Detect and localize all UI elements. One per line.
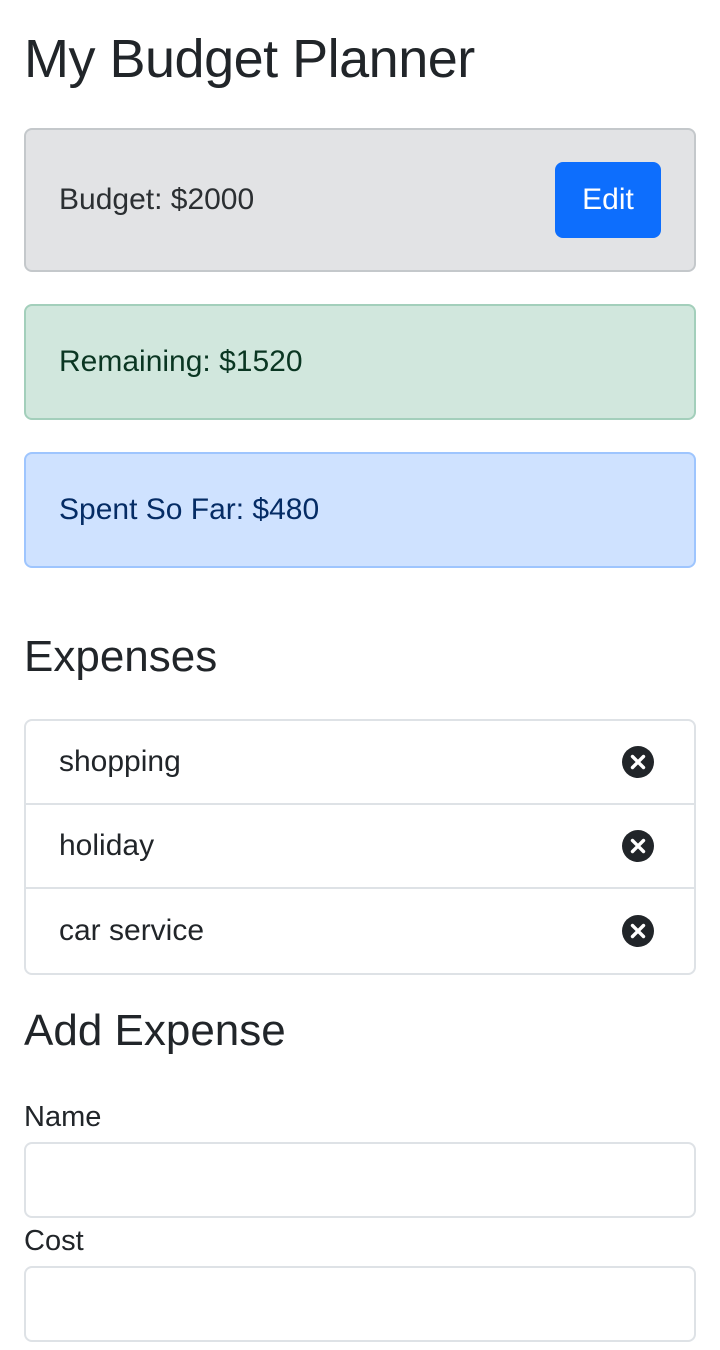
budget-text: Budget: $2000 [59, 183, 255, 216]
add-expense-heading: Add Expense [24, 1006, 286, 1055]
budget-planner-page: My Budget Planner Budget: $2000 Edit Rem… [0, 0, 720, 1350]
expense-item-name: holiday [59, 829, 155, 862]
expense-item: shopping [26, 721, 694, 805]
cost-input[interactable] [24, 1266, 696, 1342]
spent-text: Spent So Far: $480 [59, 493, 320, 526]
remaining-text: Remaining: $1520 [59, 345, 303, 378]
name-label: Name [24, 1101, 102, 1133]
close-circle-icon[interactable] [622, 915, 654, 947]
expense-item-name: shopping [59, 745, 181, 778]
budget-card: Budget: $2000 Edit [24, 128, 696, 272]
expense-item: car service [26, 889, 694, 973]
close-circle-icon[interactable] [622, 830, 654, 862]
edit-budget-button[interactable]: Edit [555, 162, 661, 238]
expense-item-name: car service [59, 914, 205, 947]
remaining-card: Remaining: $1520 [24, 304, 696, 420]
expense-list: shopping holiday car service [24, 719, 696, 975]
cost-label: Cost [24, 1225, 84, 1257]
spent-card: Spent So Far: $480 [24, 452, 696, 568]
expenses-heading: Expenses [24, 632, 218, 681]
page-title: My Budget Planner [24, 29, 475, 89]
name-input[interactable] [24, 1142, 696, 1218]
expense-item: holiday [26, 805, 694, 889]
close-circle-icon[interactable] [622, 746, 654, 778]
